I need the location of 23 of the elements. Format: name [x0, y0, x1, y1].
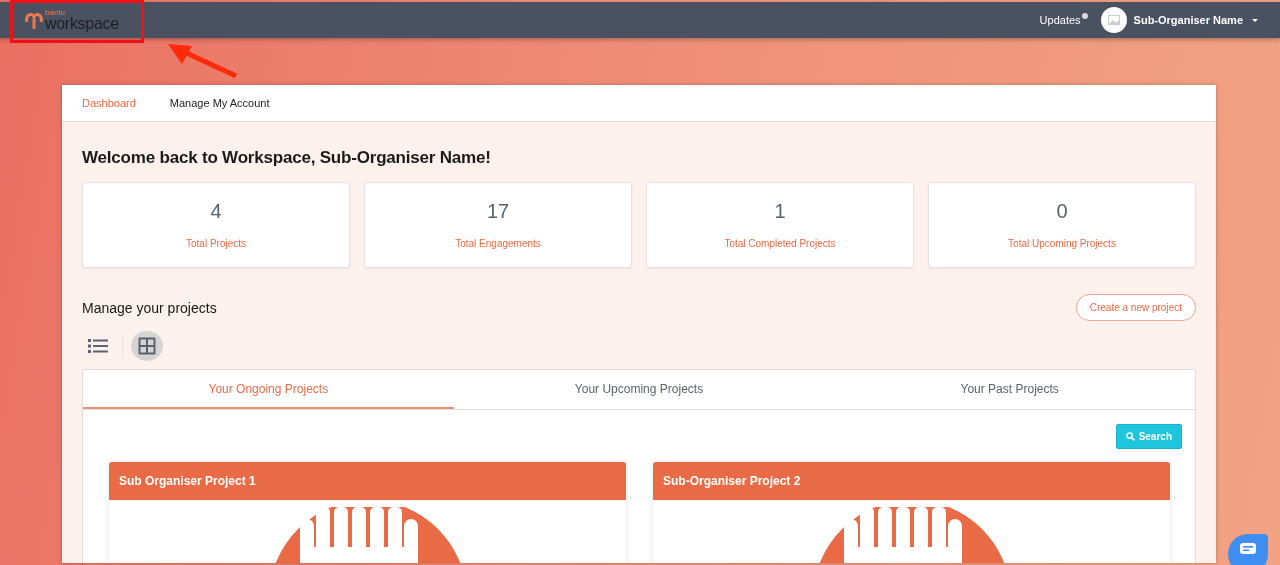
stat-label: Total Projects — [186, 238, 246, 249]
stat-value: 0 — [1056, 200, 1068, 223]
project-tab[interactable]: Your Past Projects — [824, 370, 1195, 409]
project-title[interactable]: Sub Organiser Project 1 — [109, 462, 626, 500]
logo-wordmark: workspace — [45, 15, 119, 32]
project-tab[interactable]: Your Ongoing Projects — [83, 370, 454, 409]
stat-value: 4 — [210, 200, 222, 223]
user-name[interactable]: Sub-Organiser Name — [1133, 14, 1243, 26]
logo-tagline: bantu — [45, 8, 67, 17]
stat-value: 1 — [774, 200, 786, 223]
nav-tab[interactable]: Manage My Account — [169, 97, 270, 109]
section-title: Manage your projects — [82, 299, 217, 316]
search-button[interactable]: Search — [1115, 424, 1182, 449]
stat-value: 17 — [486, 200, 510, 223]
stat-label: Total Engagements — [455, 238, 541, 249]
stat-label: Total Completed Projects — [724, 238, 836, 249]
stat-label: Total Upcoming Projects — [1008, 238, 1116, 249]
create-project-button[interactable]: Create a new project — [1075, 294, 1196, 321]
project-title[interactable]: Sub-Organiser Project 2 — [653, 462, 1170, 500]
nav-tab[interactable]: Dashboard — [82, 97, 136, 109]
updates-link[interactable]: Updates — [1039, 14, 1081, 26]
project-tab[interactable]: Your Upcoming Projects — [453, 370, 825, 409]
welcome-heading: Welcome back to Workspace, Sub-Organiser Name! — [82, 148, 492, 168]
